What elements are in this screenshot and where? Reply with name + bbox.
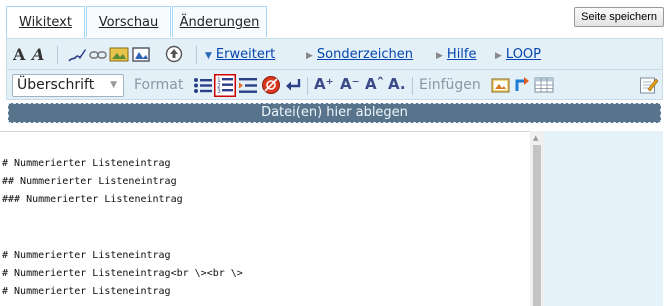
image-icon[interactable]	[109, 46, 129, 63]
line-break-icon[interactable]	[284, 76, 302, 94]
indent-icon[interactable]	[238, 76, 258, 95]
bold-button[interactable]: A	[13, 45, 25, 64]
expand-right-icon: ▶	[306, 51, 313, 61]
scrollbar-thumb[interactable]	[533, 145, 541, 306]
subscript-button[interactable]: A.	[388, 75, 406, 93]
help-label: Hilfe	[446, 47, 477, 62]
toolbar-advanced-row: Überschrift ▼ Format 1 2 3 A⁺ A⁻ Aˆ A. E…	[7, 70, 662, 101]
expand-down-icon: ▼	[205, 51, 212, 61]
format-label: Format	[134, 77, 184, 93]
toolbar-divider	[307, 77, 308, 95]
tab-wikitext[interactable]: Wikitext	[6, 6, 85, 38]
link-icon[interactable]	[89, 49, 107, 61]
editor-line: # Nummerierter Listeneintrag	[2, 250, 171, 261]
edit-pencil-icon[interactable]	[639, 75, 659, 95]
loop-label: LOOP	[505, 47, 542, 62]
advanced-label: Erweitert	[215, 47, 276, 62]
expand-right-icon: ▶	[436, 51, 443, 61]
svg-text:3: 3	[217, 88, 221, 95]
italic-button[interactable]: A	[32, 45, 44, 64]
save-page-button[interactable]: Seite speichern	[574, 7, 664, 27]
toolbar-divider	[57, 46, 58, 64]
wikitext-toolbar: A A ▼ Erweitert ▶ Sonderzeichen ▶ Hilfe …	[6, 38, 663, 100]
editor-scrollbar[interactable]: ▲	[530, 131, 544, 306]
loop-menu-link[interactable]: ▶ LOOP	[495, 47, 541, 62]
editor-line: # Nummerierter Listeneintrag<br \><br \>	[2, 268, 243, 279]
toolbar-divider	[412, 77, 413, 95]
small-text-button[interactable]: A⁻	[340, 75, 360, 93]
editor-line: # Nummerierter Listeneintrag	[2, 286, 171, 297]
tab-changes[interactable]: Änderungen	[172, 6, 267, 37]
insert-gallery-icon[interactable]	[491, 76, 511, 94]
toolbar-divider	[196, 46, 197, 64]
wikitext-textarea[interactable]: # Nummerierter Listeneintrag ## Nummerie…	[0, 131, 530, 306]
bullet-list-icon[interactable]	[193, 76, 213, 95]
redirect-icon[interactable]	[513, 75, 531, 94]
side-panel	[544, 131, 663, 306]
gallery-icon[interactable]	[131, 46, 151, 63]
file-drop-zone[interactable]: Datei(en) hier ablegen	[8, 103, 661, 123]
toolbar-main-row: A A ▼ Erweitert ▶ Sonderzeichen ▶ Hilfe …	[7, 39, 662, 70]
editor-tabs: Wikitext Vorschau Änderungen Seite speic…	[0, 0, 670, 38]
advanced-menu-link[interactable]: ▼ Erweitert	[205, 47, 275, 62]
insert-label: Einfügen	[419, 77, 481, 93]
signature-icon[interactable]	[67, 46, 87, 64]
table-icon[interactable]	[534, 76, 554, 94]
nowiki-icon[interactable]	[261, 75, 281, 95]
heading-select[interactable]: Überschrift ▼	[12, 74, 124, 97]
upload-icon[interactable]	[165, 45, 183, 63]
special-chars-menu-link[interactable]: ▶ Sonderzeichen	[306, 47, 413, 62]
tab-preview[interactable]: Vorschau	[86, 6, 171, 37]
editor-line: ### Nummerierter Listeneintrag	[2, 194, 183, 205]
heading-select-value: Überschrift	[17, 77, 95, 93]
help-menu-link[interactable]: ▶ Hilfe	[436, 47, 477, 62]
scroll-up-icon[interactable]: ▲	[533, 134, 538, 142]
chevron-down-icon: ▼	[110, 80, 117, 90]
expand-right-icon: ▶	[495, 51, 502, 61]
numbered-list-icon[interactable]: 1 2 3	[214, 74, 236, 97]
special-chars-label: Sonderzeichen	[316, 47, 414, 62]
editor-line: # Nummerierter Listeneintrag	[2, 158, 171, 169]
editor-line: ## Nummerierter Listeneintrag	[2, 176, 177, 187]
superscript-button[interactable]: Aˆ	[365, 75, 384, 93]
big-text-button[interactable]: A⁺	[314, 75, 334, 93]
